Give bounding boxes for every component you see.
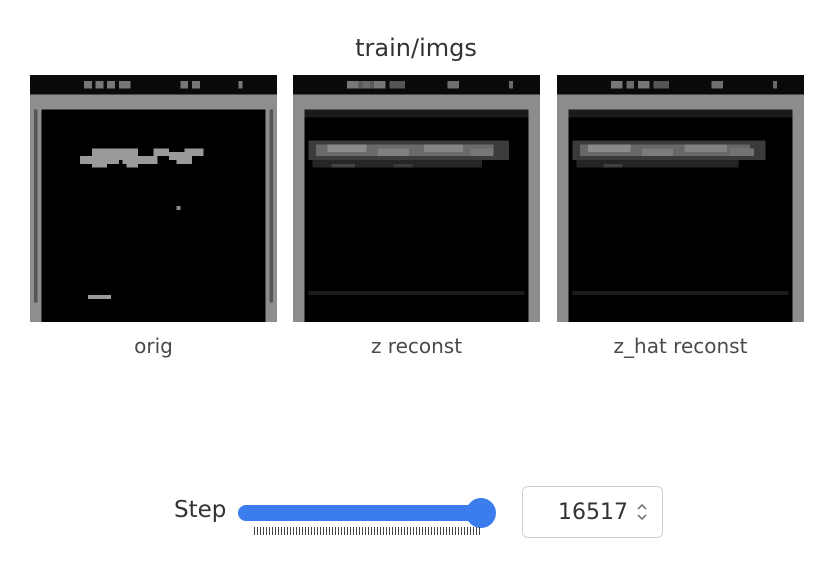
panel-title: train/imgs bbox=[355, 34, 477, 62]
caption-z-hat-reconst: z_hat reconst bbox=[613, 334, 748, 358]
slider-thumb[interactable] bbox=[466, 498, 496, 528]
caption-orig: orig bbox=[134, 334, 173, 358]
slider-ticks bbox=[254, 527, 482, 535]
up-down-chevron-icon[interactable] bbox=[636, 502, 648, 522]
image-orig bbox=[30, 75, 277, 322]
image-z-hat-reconst bbox=[557, 75, 804, 322]
caption-z-reconst: z reconst bbox=[370, 334, 463, 358]
image-z-reconst bbox=[293, 75, 540, 322]
slider-track[interactable] bbox=[238, 505, 481, 521]
step-slider[interactable] bbox=[238, 498, 496, 528]
step-label: Step bbox=[174, 497, 227, 523]
step-value[interactable]: 16517 bbox=[558, 500, 628, 525]
step-input[interactable]: 16517 bbox=[522, 486, 663, 538]
